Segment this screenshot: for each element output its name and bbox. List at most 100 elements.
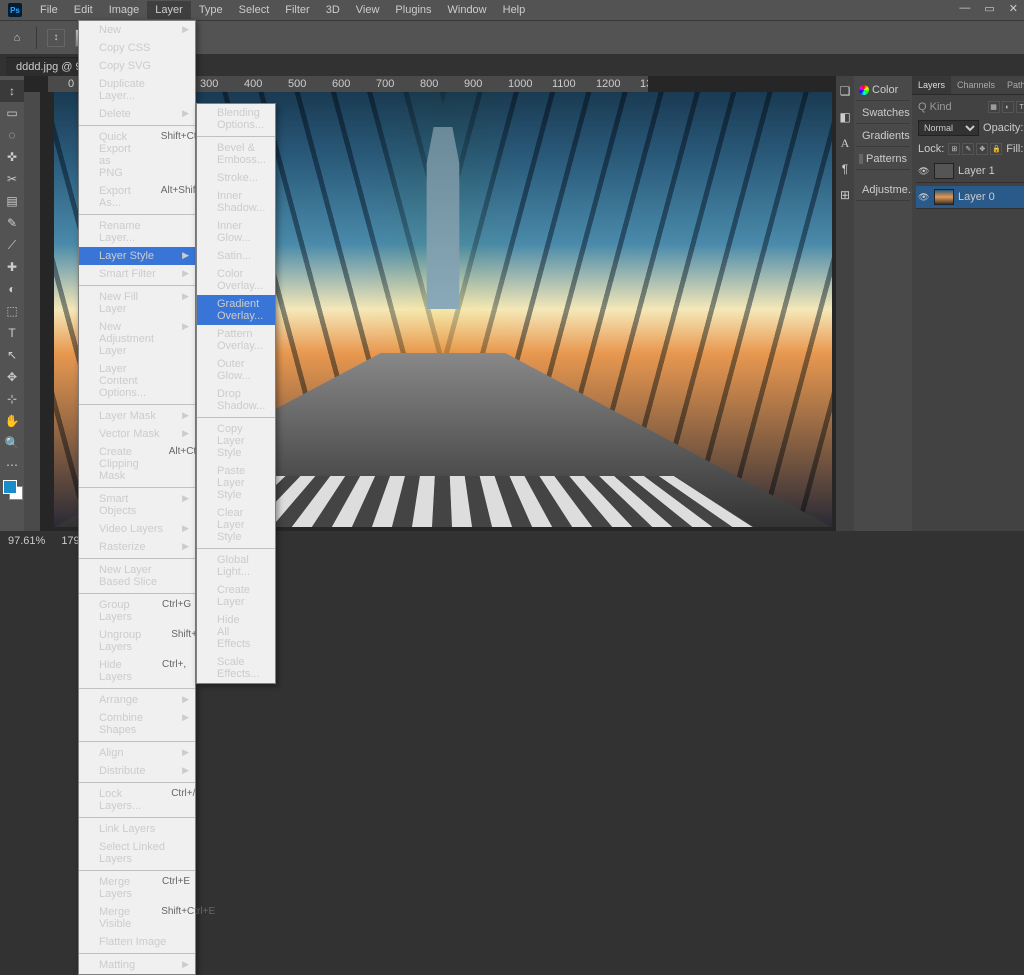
tab-layers[interactable]: Layers [912, 76, 951, 94]
adjustments-panel-button[interactable]: Adjustme... [856, 180, 910, 201]
layer-item[interactable]: 👁 Layer 1 [916, 160, 1024, 183]
tool-1[interactable]: ▭ [0, 102, 24, 124]
menu-item-hide-layers[interactable]: Hide LayersCtrl+, [79, 656, 195, 686]
tool-3[interactable]: ✜ [0, 146, 24, 168]
tool-4[interactable]: ✂ [0, 168, 24, 190]
menu-item-delete[interactable]: Delete▶ [79, 105, 195, 123]
menu-edit[interactable]: Edit [66, 1, 101, 19]
maximize-button[interactable]: ▭ [984, 2, 994, 15]
color-panel-button[interactable]: Color [856, 80, 910, 101]
menu-item-stroke-[interactable]: Stroke... [197, 169, 275, 187]
tool-17[interactable]: ⋯ [0, 454, 24, 476]
menu-item-inner-shadow-[interactable]: Inner Shadow... [197, 187, 275, 217]
menu-item-video-layers[interactable]: Video Layers▶ [79, 520, 195, 538]
menu-item-duplicate-layer-[interactable]: Duplicate Layer... [79, 75, 195, 105]
menu-item-inner-glow-[interactable]: Inner Glow... [197, 217, 275, 247]
menu-item-outer-glow-[interactable]: Outer Glow... [197, 355, 275, 385]
properties-icon[interactable]: ⊞ [836, 186, 854, 204]
menu-view[interactable]: View [348, 1, 388, 19]
menu-item-drop-shadow-[interactable]: Drop Shadow... [197, 385, 275, 415]
menu-item-smart-objects[interactable]: Smart Objects▶ [79, 490, 195, 520]
tool-9[interactable]: ◐ [0, 278, 24, 300]
lock-pos-icon[interactable]: ✥ [976, 143, 988, 155]
menu-item-global-light-[interactable]: Global Light... [197, 551, 275, 581]
menu-item-copy-css[interactable]: Copy CSS [79, 39, 195, 57]
tool-11[interactable]: T [0, 322, 24, 344]
tool-14[interactable]: ⊹ [0, 388, 24, 410]
tab-channels[interactable]: Channels [951, 76, 1001, 94]
filter-type-icon[interactable]: T [1016, 101, 1024, 113]
paragraph-icon[interactable]: ¶ [836, 160, 854, 178]
lock-all-icon[interactable]: 🔒 [990, 143, 1002, 155]
gradients-panel-button[interactable]: Gradients [856, 126, 910, 147]
menu-item-group-layers[interactable]: Group LayersCtrl+G [79, 596, 195, 626]
menu-layer[interactable]: Layer [147, 1, 191, 19]
libraries-icon[interactable]: ◧ [836, 108, 854, 126]
menu-item-rename-layer-[interactable]: Rename Layer... [79, 217, 195, 247]
tool-6[interactable]: ✎ [0, 212, 24, 234]
menu-select[interactable]: Select [231, 1, 278, 19]
color-swatch[interactable] [3, 480, 21, 498]
menu-item-blending-options-[interactable]: Blending Options... [197, 104, 275, 134]
menu-file[interactable]: File [32, 1, 66, 19]
menu-item-new-adjustment-layer[interactable]: New Adjustment Layer▶ [79, 318, 195, 360]
menu-item-layer-style[interactable]: Layer Style▶ [79, 247, 195, 265]
learn-icon[interactable]: ❏ [836, 82, 854, 100]
menu-item-combine-shapes: Combine Shapes▶ [79, 709, 195, 739]
menu-item-gradient-overlay-[interactable]: Gradient Overlay... [197, 295, 275, 325]
filter-adj-icon[interactable]: ◐ [1002, 101, 1014, 113]
menu-help[interactable]: Help [495, 1, 534, 19]
blend-mode-select[interactable]: Normal [918, 120, 979, 136]
menu-item-new[interactable]: New▶ [79, 21, 195, 39]
tool-16[interactable]: 🔍 [0, 432, 24, 454]
menu-item-hide-all-effects[interactable]: Hide All Effects [197, 611, 275, 653]
menu-item-layer-mask[interactable]: Layer Mask▶ [79, 407, 195, 425]
visibility-icon[interactable]: 👁 [918, 192, 930, 203]
menu-item-quick-export-as-png[interactable]: Quick Export as PNGShift+Ctrl+' [79, 128, 195, 182]
menu-item-lock-layers-[interactable]: Lock Layers...Ctrl+/ [79, 785, 195, 815]
close-button[interactable]: ✕ [1009, 2, 1018, 15]
tab-paths[interactable]: Paths [1001, 76, 1024, 94]
tool-5[interactable]: ▤ [0, 190, 24, 212]
menu-item-copy-svg[interactable]: Copy SVG [79, 57, 195, 75]
menu-3d[interactable]: 3D [318, 1, 348, 19]
menu-item-bevel-emboss-[interactable]: Bevel & Emboss... [197, 139, 275, 169]
minimize-button[interactable]: — [959, 2, 970, 15]
menu-item-smart-filter[interactable]: Smart Filter▶ [79, 265, 195, 283]
tool-10[interactable]: ⬚ [0, 300, 24, 322]
tool-15[interactable]: ✋ [0, 410, 24, 432]
menu-type[interactable]: Type [191, 1, 231, 19]
swatches-panel-button[interactable]: Swatches [856, 103, 910, 124]
menu-item-vector-mask[interactable]: Vector Mask▶ [79, 425, 195, 443]
menu-item-new-fill-layer[interactable]: New Fill Layer▶ [79, 288, 195, 318]
home-button[interactable]: ⌂ [8, 29, 26, 47]
lock-paint-icon[interactable]: ✎ [962, 143, 974, 155]
tool-7[interactable]: ⟋ [0, 234, 24, 256]
menu-item-export-as-[interactable]: Export As...Alt+Shift+Ctrl+' [79, 182, 195, 212]
visibility-icon[interactable]: 👁 [918, 166, 930, 177]
zoom-level[interactable]: 97.61% [8, 535, 45, 547]
menu-window[interactable]: Window [440, 1, 495, 19]
tool-2[interactable]: ◌ [0, 124, 24, 146]
tool-12[interactable]: ↖ [0, 344, 24, 366]
tool-13[interactable]: ✥ [0, 366, 24, 388]
tool-preset[interactable]: ↕ [47, 29, 65, 47]
menu-item-color-overlay-[interactable]: Color Overlay... [197, 265, 275, 295]
menu-item-merge-visible[interactable]: Merge VisibleShift+Ctrl+E [79, 903, 195, 933]
filter-pixel-icon[interactable]: ▦ [988, 101, 1000, 113]
menu-item-satin-[interactable]: Satin... [197, 247, 275, 265]
menu-item-arrange[interactable]: Arrange▶ [79, 691, 195, 709]
menu-filter[interactable]: Filter [277, 1, 317, 19]
lock-trans-icon[interactable]: ⊞ [948, 143, 960, 155]
layer-item[interactable]: 👁 Layer 0 [916, 186, 1024, 209]
menu-item-flatten-image[interactable]: Flatten Image [79, 933, 195, 951]
menu-item-pattern-overlay-[interactable]: Pattern Overlay... [197, 325, 275, 355]
patterns-panel-button[interactable]: Patterns [856, 149, 910, 170]
tool-0[interactable]: ↕ [0, 80, 24, 102]
tool-8[interactable]: ✚ [0, 256, 24, 278]
menu-image[interactable]: Image [101, 1, 148, 19]
menu-plugins[interactable]: Plugins [387, 1, 439, 19]
character-icon[interactable]: A [836, 134, 854, 152]
menu-item-new-layer-based-slice[interactable]: New Layer Based Slice [79, 561, 195, 591]
menu-item-matting[interactable]: Matting▶ [79, 956, 195, 974]
